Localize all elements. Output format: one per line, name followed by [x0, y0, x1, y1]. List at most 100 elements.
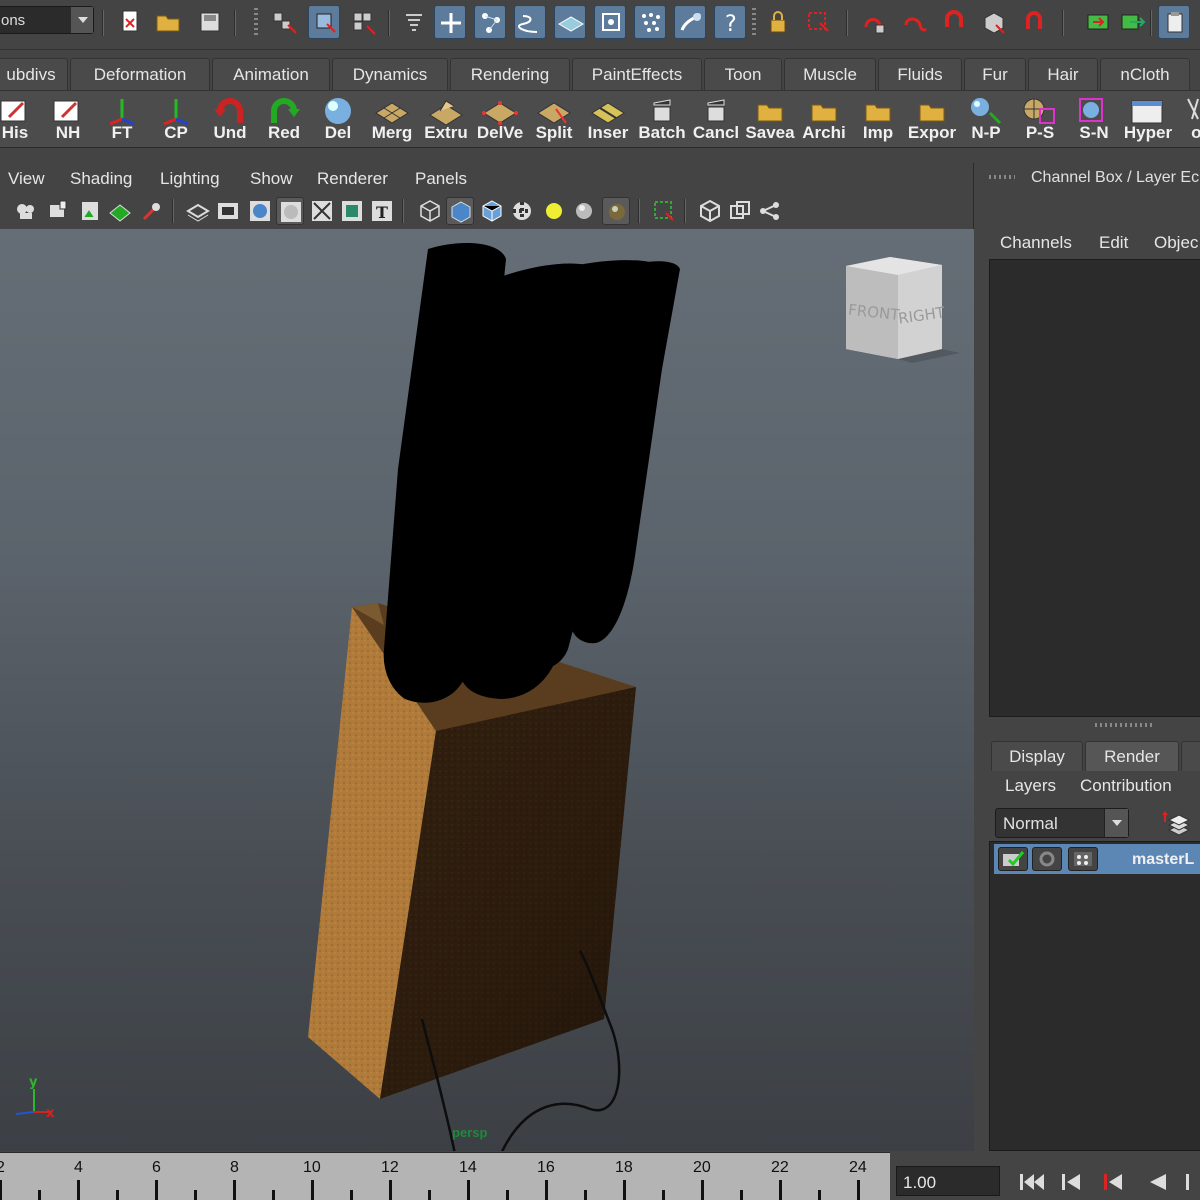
selection-mask-button[interactable]	[398, 5, 430, 39]
bookmarks-button[interactable]	[44, 197, 72, 225]
lock-selection-button[interactable]	[762, 5, 794, 39]
text-display-button[interactable]: T	[368, 197, 396, 225]
shelf-item-save-as[interactable]: Savea	[743, 91, 797, 149]
snap-curve-button[interactable]	[474, 5, 506, 39]
render-current-button[interactable]	[1082, 5, 1114, 39]
menu-show[interactable]: Show	[250, 169, 293, 189]
shelf-tab-subdivs[interactable]: ubdivs	[0, 58, 68, 90]
bounding-box-button[interactable]	[308, 197, 336, 225]
step-back-key-button[interactable]	[1054, 1168, 1088, 1196]
shadows-button[interactable]	[602, 197, 630, 225]
menu-view[interactable]: View	[8, 169, 45, 189]
node-editor-button[interactable]	[756, 197, 784, 225]
shelf-item-nh[interactable]: NH	[41, 91, 95, 149]
view-cube[interactable]: FRONT RIGHT	[846, 257, 960, 363]
help-button[interactable]: ?	[714, 5, 746, 39]
shelf-tab-dynamics[interactable]: Dynamics	[332, 58, 448, 90]
menu-panels[interactable]: Panels	[415, 169, 467, 189]
shelf-item-poly-to-subdiv[interactable]: P-S	[1013, 91, 1067, 149]
blend-mode-dropdown[interactable]: Normal	[995, 808, 1129, 838]
shelf-tab-toon[interactable]: Toon	[704, 58, 782, 90]
shelf-item-nurbs-to-poly[interactable]: N-P	[959, 91, 1013, 149]
recycle-toggle[interactable]	[1032, 847, 1062, 871]
shelf-item-archive[interactable]: Archi	[797, 91, 851, 149]
shelf-item-origin[interactable]: ori	[1175, 91, 1200, 149]
shelf-item-extrude[interactable]: Extru	[419, 91, 473, 149]
shelf-tab-hair[interactable]: Hair	[1028, 58, 1098, 90]
shelf-item-import[interactable]: Imp	[851, 91, 905, 149]
shelf-item-batch[interactable]: Batch	[635, 91, 689, 149]
ipr-render-button[interactable]	[1116, 5, 1148, 39]
render-settings-toggle[interactable]	[1068, 847, 1098, 871]
tab-display-layers[interactable]: Display	[991, 741, 1083, 771]
new-scene-button[interactable]	[114, 5, 146, 39]
shelf-item-cp[interactable]: CP	[149, 91, 203, 149]
time-slider[interactable]: 2 4 6 8 10 12 14 16 18 20 22 24	[0, 1152, 890, 1200]
xray-button[interactable]	[696, 197, 724, 225]
shelf-tab-animation[interactable]: Animation	[212, 58, 330, 90]
layer-options-button[interactable]	[1161, 808, 1195, 838]
shaded-cube-button[interactable]	[446, 197, 474, 225]
shelf-item-redo[interactable]: Red	[257, 91, 311, 149]
shelf-item-delete-history[interactable]: Del	[311, 91, 365, 149]
menu-layers[interactable]: Layers	[1005, 776, 1056, 796]
current-frame-field[interactable]: 1.00	[896, 1166, 1000, 1196]
history-output-button[interactable]	[898, 5, 930, 39]
play-backward-button[interactable]	[1140, 1168, 1174, 1196]
chevron-down-icon[interactable]	[1104, 809, 1128, 837]
go-to-start-button[interactable]	[1014, 1168, 1048, 1196]
step-back-frame-button[interactable]	[1096, 1168, 1130, 1196]
make-live-button[interactable]	[674, 5, 706, 39]
highlight-selection-button[interactable]	[802, 5, 834, 39]
shelf-tab-ncloth[interactable]: nCloth	[1100, 58, 1190, 90]
menu-edit[interactable]: Edit	[1099, 233, 1128, 253]
construction-history-button[interactable]	[978, 5, 1010, 39]
isolate-select-button[interactable]	[650, 197, 678, 225]
all-lights-button[interactable]	[570, 197, 598, 225]
chevron-down-icon[interactable]	[71, 7, 93, 33]
snap-grid-button[interactable]	[554, 5, 586, 39]
shelf-tab-deformation[interactable]: Deformation	[70, 58, 210, 90]
snap-surface-button[interactable]	[594, 5, 626, 39]
wireframe-button[interactable]	[184, 197, 212, 225]
knife-block-model[interactable]	[308, 243, 680, 1151]
magnet-snap-button[interactable]	[1018, 5, 1050, 39]
snap-curve-path-button[interactable]	[514, 5, 546, 39]
play-forward-button[interactable]	[1182, 1168, 1200, 1196]
flat-shade-button[interactable]	[276, 197, 304, 225]
smooth-shade-button[interactable]	[246, 197, 274, 225]
menu-object[interactable]: Objec	[1154, 233, 1198, 253]
menu-contribution[interactable]: Contribution	[1080, 776, 1172, 796]
film-gate-button[interactable]	[214, 197, 242, 225]
xray-joints-button[interactable]	[726, 197, 754, 225]
menu-set-dropdown[interactable]: ons	[0, 6, 94, 34]
shelf-item-undo[interactable]: Und	[203, 91, 257, 149]
shelf-tab-fur[interactable]: Fur	[964, 58, 1026, 90]
shelf-tab-fluids[interactable]: Fluids	[878, 58, 962, 90]
shelf-item-split[interactable]: Split	[527, 91, 581, 149]
select-hierarchy-button[interactable]	[268, 5, 300, 39]
select-component-button[interactable]	[348, 5, 380, 39]
shelf-item-export[interactable]: Expor	[905, 91, 959, 149]
texture-button[interactable]	[338, 197, 366, 225]
panel-grip-handle[interactable]	[989, 175, 1015, 179]
shelf-item-hypershade[interactable]: Hyper	[1121, 91, 1175, 149]
tab-anim-layers[interactable]	[1181, 741, 1200, 771]
camera-attributes-button[interactable]	[12, 197, 40, 225]
grid-button[interactable]	[106, 197, 134, 225]
select-object-button[interactable]	[308, 5, 340, 39]
menu-shading[interactable]: Shading	[70, 169, 132, 189]
tab-render-layers[interactable]: Render	[1085, 741, 1179, 771]
viewport-scene[interactable]: FRONT RIGHT y x	[0, 229, 974, 1151]
wire-on-shaded-button[interactable]	[478, 197, 506, 225]
shelf-item-cancel-batch[interactable]: Cancl	[689, 91, 743, 149]
menu-renderer[interactable]: Renderer	[317, 169, 388, 189]
history-input-button[interactable]	[858, 5, 890, 39]
menu-channels[interactable]: Channels	[1000, 233, 1072, 253]
wireframe-cube-button[interactable]	[416, 197, 444, 225]
image-plane-button[interactable]	[76, 197, 104, 225]
perspective-viewport[interactable]: FRONT RIGHT y x	[0, 229, 974, 1151]
pane-splitter-handle[interactable]	[1095, 723, 1155, 727]
menu-lighting[interactable]: Lighting	[160, 169, 220, 189]
shelf-item-ft[interactable]: FT	[95, 91, 149, 149]
